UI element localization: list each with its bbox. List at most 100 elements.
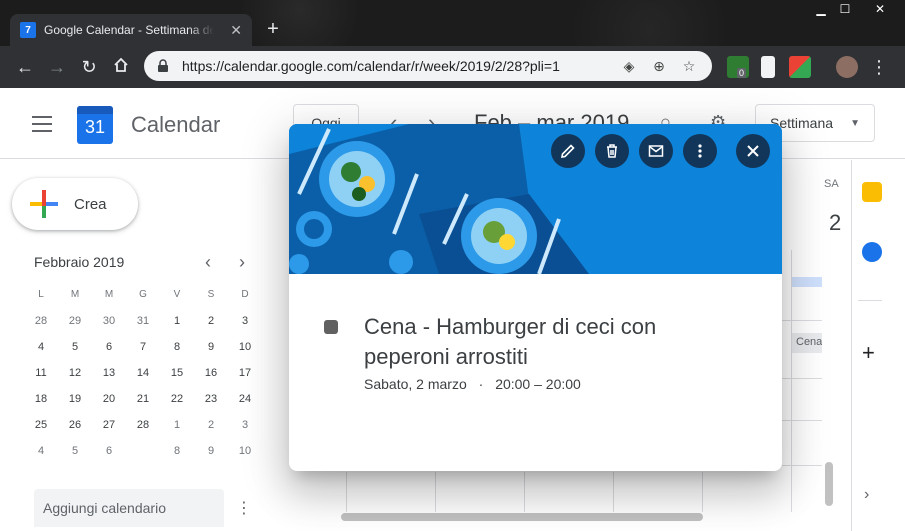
grid-line (435, 472, 436, 512)
tasks-icon[interactable] (862, 242, 882, 262)
address-bar[interactable]: https://calendar.google.com/calendar/r/w… (144, 51, 712, 81)
close-popup-button[interactable] (736, 134, 770, 168)
more-options-button[interactable] (683, 134, 717, 168)
home-icon[interactable] (110, 56, 132, 78)
mini-day[interactable]: 2 (194, 309, 228, 333)
grid-line (702, 472, 703, 512)
back-icon[interactable]: ← (14, 56, 36, 78)
mini-day[interactable]: 5 (58, 335, 92, 359)
mini-day[interactable]: 23 (194, 387, 228, 411)
edit-event-button[interactable] (551, 134, 585, 168)
site-info-icon[interactable]: ◈ (618, 58, 640, 75)
grid-line (782, 378, 822, 379)
event-block[interactable] (792, 277, 822, 287)
delete-event-button[interactable] (595, 134, 629, 168)
mini-day-today[interactable]: 7 (126, 439, 160, 464)
mini-day-selected[interactable]: 28 (126, 413, 160, 438)
mini-day[interactable]: 13 (92, 361, 126, 385)
day-column-number[interactable]: 2 (829, 210, 841, 236)
mini-day[interactable]: 28 (24, 309, 58, 333)
create-label: Crea (74, 195, 107, 213)
mini-day[interactable]: 6 (92, 439, 126, 463)
expand-panel-icon[interactable]: › (864, 486, 869, 504)
mini-day[interactable]: 4 (24, 335, 58, 359)
window-maximize-button[interactable]: ☐ (832, 0, 858, 20)
window-minimize-button[interactable]: ▁ (808, 0, 834, 20)
event-chip[interactable]: Cena (792, 333, 822, 353)
add-addon-icon[interactable]: + (862, 340, 875, 366)
mini-prev-month-icon[interactable]: ‹ (205, 252, 211, 273)
mini-day[interactable]: 4 (24, 439, 58, 463)
reload-icon[interactable]: ↻ (78, 56, 100, 78)
mini-day[interactable]: 22 (160, 387, 194, 411)
mini-day[interactable]: 26 (58, 413, 92, 437)
mini-day[interactable]: 19 (58, 387, 92, 411)
mini-calendar-month: Febbraio 2019 (34, 254, 125, 270)
mini-day[interactable]: 16 (194, 361, 228, 385)
mini-week-row: 4 5 6 7 8 9 10 (24, 334, 262, 360)
mini-day[interactable]: 8 (160, 335, 194, 359)
mini-day[interactable]: 30 (92, 309, 126, 333)
browser-tab[interactable]: 7 Google Calendar - Settimana dell' ✕ (10, 14, 252, 46)
profile-avatar[interactable] (836, 56, 858, 78)
mini-day[interactable]: 7 (126, 335, 160, 359)
zoom-icon[interactable]: ⊕ (648, 58, 670, 75)
grid-line (782, 420, 822, 421)
create-button[interactable]: Crea (12, 178, 138, 230)
main-menu-icon[interactable] (32, 116, 52, 132)
mini-week-row: 25 26 27 28 1 2 3 (24, 412, 262, 438)
side-panel: + › (851, 160, 905, 531)
email-guests-button[interactable] (639, 134, 673, 168)
vertical-scrollbar[interactable] (825, 462, 833, 506)
trash-icon (607, 144, 617, 158)
mini-day[interactable]: 5 (58, 439, 92, 463)
tab-close-icon[interactable]: ✕ (230, 22, 242, 39)
event-title: Cena - Hamburger di ceci con peperoni ar… (364, 314, 657, 369)
mini-day[interactable]: 20 (92, 387, 126, 411)
mail-icon (648, 145, 664, 157)
notes-extension-icon[interactable] (761, 56, 775, 78)
grid-line (613, 472, 614, 512)
extension-icon[interactable]: 0 (727, 56, 749, 78)
chrome-extension-icon[interactable] (789, 56, 811, 78)
mini-day[interactable]: 6 (92, 335, 126, 359)
mini-day[interactable]: 10 (228, 439, 262, 463)
weekday-label: V (173, 289, 181, 300)
weekday-label: M (70, 289, 80, 300)
add-calendar-input[interactable]: Aggiungi calendario (34, 489, 224, 527)
mini-day[interactable]: 17 (228, 361, 262, 385)
grid-line (782, 465, 822, 466)
mini-day[interactable]: 9 (194, 335, 228, 359)
mini-day[interactable]: 18 (24, 387, 58, 411)
mini-day[interactable]: 31 (126, 309, 160, 333)
mini-day[interactable]: 3 (228, 309, 262, 333)
mini-day[interactable]: 15 (160, 361, 194, 385)
mini-day[interactable]: 24 (228, 387, 262, 411)
mini-day[interactable]: 8 (160, 439, 194, 463)
forward-icon[interactable]: → (46, 56, 68, 78)
mini-day[interactable]: 11 (24, 361, 58, 385)
mini-day[interactable]: 27 (92, 413, 126, 437)
window-close-button[interactable]: ✕ (860, 0, 900, 20)
mini-day[interactable]: 9 (194, 439, 228, 463)
mini-day[interactable]: 3 (228, 413, 262, 437)
add-calendar-more-icon[interactable]: ⋮ (236, 498, 252, 518)
mini-day[interactable]: 12 (58, 361, 92, 385)
bookmark-star-icon[interactable]: ☆ (678, 58, 700, 75)
event-details-popup: Cena - Hamburger di ceci con peperoni ar… (289, 124, 782, 471)
browser-menu-icon[interactable]: ⋮ (868, 56, 890, 78)
grid-line (782, 320, 822, 321)
mini-day[interactable]: 1 (160, 413, 194, 437)
keep-icon[interactable] (862, 182, 882, 202)
mini-day[interactable]: 21 (126, 387, 160, 411)
mini-next-month-icon[interactable]: › (239, 252, 245, 273)
mini-day[interactable]: 2 (194, 413, 228, 437)
mini-day[interactable]: 1 (160, 309, 194, 333)
mini-day[interactable]: 14 (126, 361, 160, 385)
mini-day[interactable]: 25 (24, 413, 58, 437)
dropdown-arrow-icon: ▼ (850, 117, 860, 129)
mini-day[interactable]: 29 (58, 309, 92, 333)
mini-day[interactable]: 10 (228, 335, 262, 359)
horizontal-scrollbar[interactable] (341, 513, 703, 521)
new-tab-button[interactable]: + (262, 18, 284, 40)
